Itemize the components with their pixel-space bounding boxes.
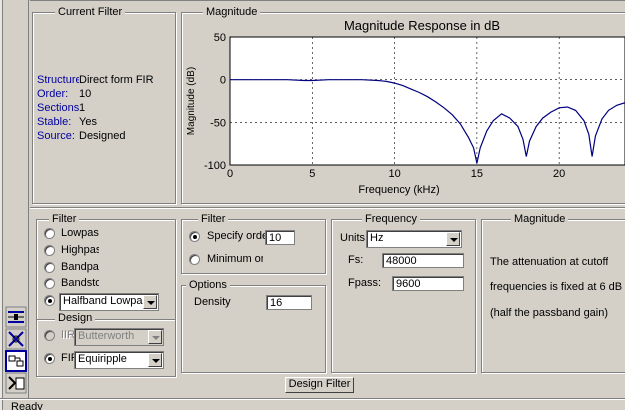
source-label: Source: <box>37 130 75 142</box>
iir-type-select[interactable]: Butterworth <box>74 328 164 346</box>
units-label: Units: <box>340 232 369 244</box>
transform-filter-icon[interactable] <box>5 328 27 350</box>
lowpass-radio[interactable] <box>44 228 55 239</box>
current-filter-title: Current Filter <box>55 6 126 18</box>
x-tick-label: 20 <box>553 168 565 180</box>
design-method-title: Design <box>55 312 96 324</box>
halfband-select-value: Halfband Lowpass <box>63 295 143 307</box>
halfband-select[interactable]: Halfband Lowpass <box>59 293 159 311</box>
specify-order-label[interactable]: Specify order: <box>207 230 265 242</box>
fir-type-value: Equiripple <box>78 353 127 365</box>
source-value: Designed <box>79 130 126 142</box>
iir-label[interactable]: IIR <box>61 329 75 341</box>
y-tick-label: -50 <box>210 117 226 129</box>
magnitude-note-line-1: The attenuation at cutoff <box>490 256 609 268</box>
chevron-down-icon[interactable] <box>143 295 157 309</box>
units-value: Hz <box>370 232 384 244</box>
left-edge <box>0 0 3 410</box>
density-label: Density <box>194 296 231 308</box>
filter-order-title: Filter <box>198 213 229 225</box>
density-input[interactable]: 16 <box>266 295 312 310</box>
chevron-down-icon[interactable] <box>148 353 162 367</box>
fpass-input[interactable]: 9600 <box>392 276 464 291</box>
magnitude-spec-panel <box>481 219 625 373</box>
iir-radio[interactable] <box>44 330 55 341</box>
frequency-title: Frequency <box>362 213 420 225</box>
bandpass-label[interactable]: Bandpass <box>61 261 99 273</box>
minimum-order-radio[interactable] <box>189 254 200 265</box>
sections-value: 1 <box>79 102 86 114</box>
y-axis-label: Magnitude (dB) <box>186 67 197 135</box>
section-divider <box>30 207 625 209</box>
order-input[interactable]: 10 <box>265 230 295 245</box>
order-value: 10 <box>79 88 92 100</box>
status-bar: Ready <box>0 398 625 410</box>
units-select[interactable]: Hz <box>366 230 462 248</box>
x-tick-label: 15 <box>471 168 483 180</box>
x-tick-label: 5 <box>309 168 315 180</box>
sections-label: Sections: <box>37 102 79 114</box>
realize-model-icon[interactable] <box>5 350 27 372</box>
status-text: Ready <box>11 401 43 410</box>
import-filter-icon[interactable] <box>5 372 27 394</box>
fs-input[interactable]: 48000 <box>382 253 464 268</box>
chevron-down-icon[interactable] <box>446 232 460 246</box>
stable-label: Stable: <box>37 116 72 128</box>
order-label: Order: <box>37 88 69 100</box>
bandstop-label[interactable]: Bandstop <box>61 277 99 289</box>
x-tick-label: 10 <box>388 168 400 180</box>
design-filter-button[interactable]: Design Filter <box>285 377 354 393</box>
y-tick-label: -100 <box>204 160 226 172</box>
magnitude-note-line-2: frequencies is fixed at 6 dB <box>490 281 623 293</box>
structure-value: Direct form FIR <box>79 74 154 86</box>
stable-value: Yes <box>79 116 97 128</box>
filter-order-panel <box>181 219 326 274</box>
highpass-label[interactable]: Highpass <box>61 244 99 256</box>
bandstop-radio[interactable] <box>44 278 55 289</box>
options-title: Options <box>186 279 230 291</box>
fs-label: Fs: <box>348 254 364 266</box>
fir-radio[interactable] <box>44 353 55 364</box>
magnitude-spec-title: Magnitude <box>511 213 569 225</box>
specify-order-radio[interactable] <box>189 231 200 242</box>
lowpass-label[interactable]: Lowpass <box>61 227 99 239</box>
bandpass-radio[interactable] <box>44 262 55 273</box>
fpass-label: Fpass: <box>348 277 382 289</box>
pole-zero-editor-icon[interactable] <box>5 306 27 328</box>
highpass-radio[interactable] <box>44 245 55 256</box>
magnitude-chart: Magnitude Response in dB 0 5 10 15 20 50 0 -50 -… <box>186 18 625 196</box>
x-axis-label: Frequency (kHz) <box>358 184 439 196</box>
minimum-order-label[interactable]: Minimum order <box>207 253 263 265</box>
magnitude-note-line-3: (half the passband gain) <box>490 307 609 319</box>
left-toolbar <box>5 0 29 398</box>
y-tick-label: 0 <box>220 75 226 87</box>
plot-area <box>229 36 625 166</box>
iir-type-value: Butterworth <box>78 330 135 342</box>
structure-label: Structure: <box>37 74 79 86</box>
fir-type-select[interactable]: Equiripple <box>74 351 164 369</box>
filter-type-title: Filter <box>49 213 80 225</box>
top-edge <box>30 0 625 1</box>
x-tick-label: 0 <box>227 168 233 180</box>
y-tick-label: 50 <box>214 32 226 44</box>
chevron-down-icon[interactable] <box>148 330 162 344</box>
chart-title: Magnitude Response in dB <box>344 18 500 33</box>
halfband-radio[interactable] <box>44 295 55 306</box>
fir-label[interactable]: FIR <box>61 352 75 364</box>
